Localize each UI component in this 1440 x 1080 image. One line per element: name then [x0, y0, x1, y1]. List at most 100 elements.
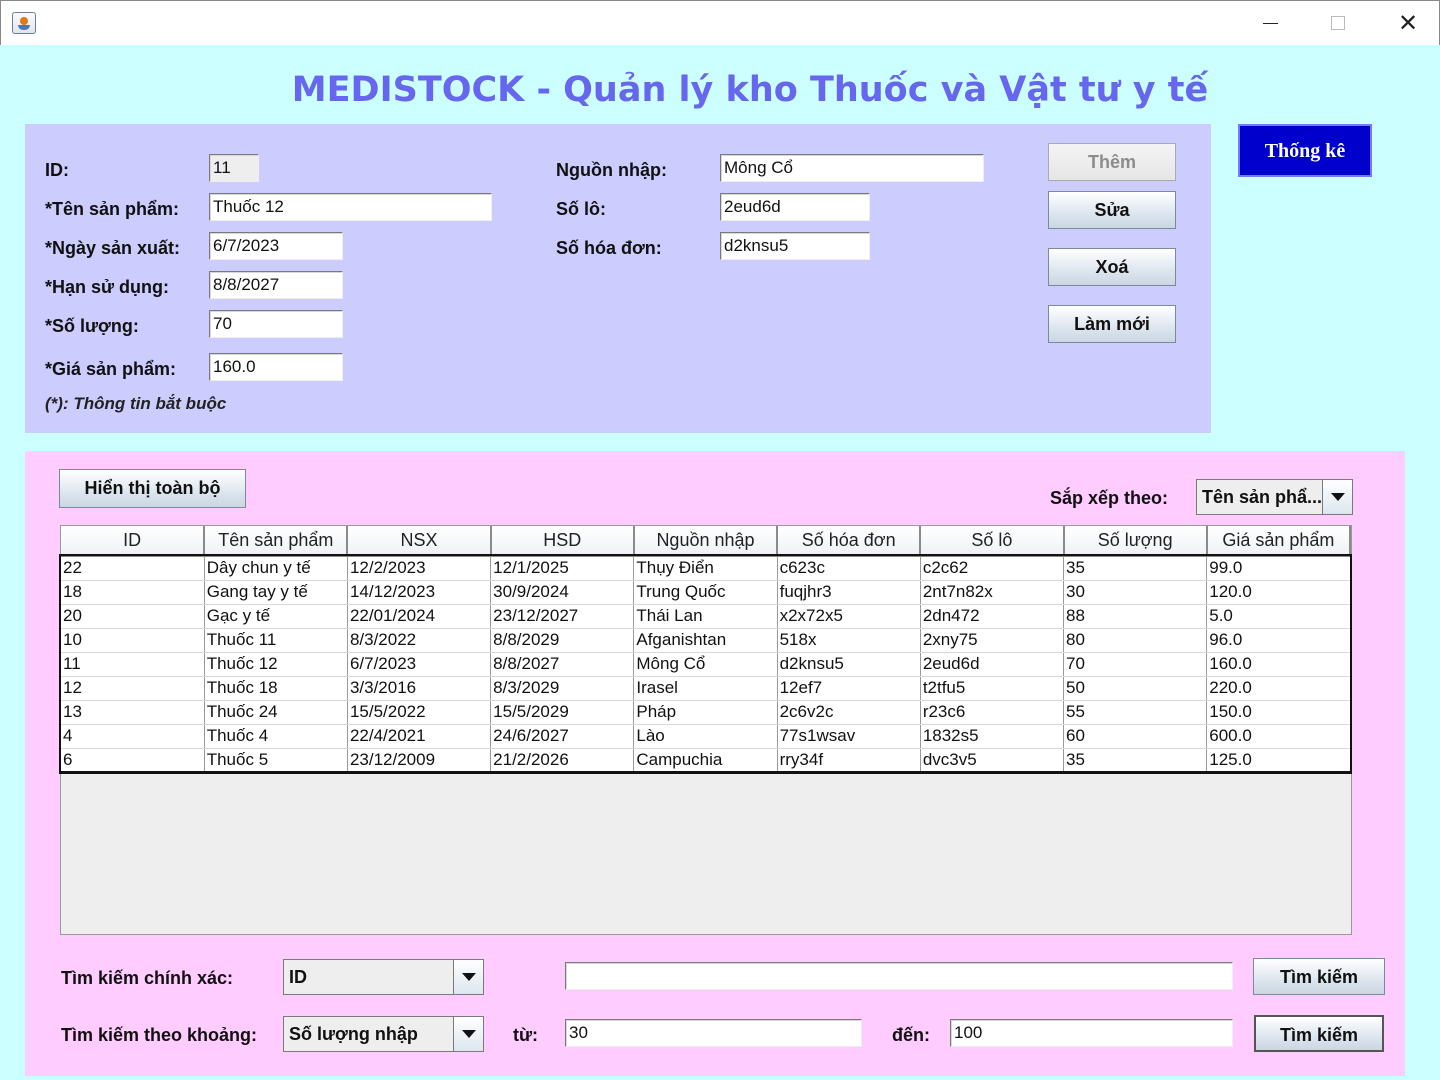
chevron-down-icon[interactable] — [453, 1017, 483, 1051]
table-cell[interactable]: Thuốc 18 — [204, 676, 348, 701]
name-field[interactable]: Thuốc 12 — [209, 193, 492, 221]
column-header[interactable]: HSD — [490, 526, 635, 557]
column-header[interactable]: ID — [61, 526, 206, 557]
show-all-button[interactable]: Hiển thị toàn bộ — [59, 469, 246, 508]
table-cell[interactable]: 12/1/2025 — [490, 556, 635, 581]
table-cell[interactable]: 4 — [61, 724, 205, 749]
table-cell[interactable]: 22/01/2024 — [347, 604, 492, 629]
table-cell[interactable]: 60 — [1063, 724, 1208, 749]
table-cell[interactable]: Campuchia — [633, 748, 778, 773]
table-cell[interactable]: Thuốc 11 — [204, 628, 348, 653]
table-row[interactable]: 20 Gạc y tế 22/01/2024 23/12/2027 Thái Lan x2… — [61, 604, 1351, 629]
lot-field[interactable]: 2eud6d — [720, 193, 870, 221]
table-cell[interactable]: Thuốc 24 — [204, 700, 348, 725]
table-cell[interactable]: 96.0 — [1206, 628, 1351, 653]
table-cell[interactable]: 80 — [1063, 628, 1208, 653]
table-cell[interactable]: 55 — [1063, 700, 1208, 725]
table-cell[interactable]: 2xny75 — [920, 628, 1065, 653]
table-cell[interactable]: 600.0 — [1206, 724, 1351, 749]
table-cell[interactable]: 11 — [61, 652, 205, 677]
column-header[interactable]: Tên sản phẩm — [204, 526, 349, 557]
table-cell[interactable]: 8/8/2027 — [490, 652, 635, 677]
table-row[interactable]: 11 Thuốc 12 6/7/2023 8/8/2027 Mông Cổ d2knsu5… — [61, 652, 1351, 677]
table-cell[interactable]: 15/5/2022 — [347, 700, 492, 725]
range-to-input[interactable]: 100 — [950, 1019, 1233, 1047]
table-row[interactable]: 12 Thuốc 18 3/3/2016 8/3/2029 Irasel 12ef7 t2t… — [61, 676, 1351, 701]
table-cell[interactable]: 1832s5 — [920, 724, 1065, 749]
table-cell[interactable]: r23c6 — [920, 700, 1065, 725]
table-row[interactable]: 13 Thuốc 24 15/5/2022 15/5/2029 Pháp 2c6v2c r2… — [61, 700, 1351, 725]
table-cell[interactable]: 2nt7n82x — [920, 580, 1065, 605]
table-cell[interactable]: 15/5/2029 — [490, 700, 635, 725]
table-cell[interactable]: 8/3/2022 — [347, 628, 492, 653]
range-from-input[interactable]: 30 — [565, 1019, 862, 1047]
table-cell[interactable]: Thuốc 4 — [204, 724, 348, 749]
table-cell[interactable]: 22 — [61, 556, 205, 581]
sort-select[interactable]: Tên sản phẩ... — [1196, 479, 1353, 515]
table-cell[interactable]: Mông Cổ — [633, 652, 778, 677]
delete-button[interactable]: Xoá — [1048, 248, 1176, 286]
column-header[interactable]: Nguồn nhập — [633, 526, 779, 557]
mfg-date-field[interactable]: 6/7/2023 — [209, 232, 343, 260]
table-cell[interactable]: 8/8/2029 — [490, 628, 635, 653]
table-cell[interactable]: 125.0 — [1206, 748, 1351, 773]
table-cell[interactable]: rry34f — [777, 748, 921, 773]
table-cell[interactable]: 70 — [1063, 652, 1208, 677]
column-header[interactable]: Số lô — [920, 526, 1065, 557]
table-cell[interactable]: 10 — [61, 628, 205, 653]
minimize-button[interactable] — [1247, 1, 1293, 45]
table-cell[interactable]: Thuốc 12 — [204, 652, 348, 677]
table-cell[interactable]: 14/12/2023 — [347, 580, 492, 605]
table-cell[interactable]: x2x72x5 — [777, 604, 921, 629]
table-cell[interactable]: Gang tay y tế — [204, 580, 348, 605]
exact-search-field-select[interactable]: ID — [283, 959, 484, 995]
edit-button[interactable]: Sửa — [1048, 191, 1176, 229]
range-search-field-select[interactable]: Số lượng nhập — [283, 1016, 484, 1052]
chevron-down-icon[interactable] — [1322, 480, 1352, 514]
table-cell[interactable]: 88 — [1063, 604, 1208, 629]
table-cell[interactable]: 6 — [61, 748, 205, 773]
invoice-field[interactable]: d2knsu5 — [720, 232, 870, 260]
table-row[interactable]: 4 Thuốc 4 22/4/2021 24/6/2027 Lào 77s1wsav 183… — [61, 724, 1351, 749]
column-header[interactable]: Giá sản phẩm — [1206, 526, 1352, 557]
table-cell[interactable]: 150.0 — [1206, 700, 1351, 725]
table-cell[interactable]: Dây chun y tế — [204, 556, 348, 581]
table-cell[interactable]: Trung Quốc — [633, 580, 778, 605]
add-button[interactable]: Thêm — [1048, 143, 1176, 181]
table-cell[interactable]: Lào — [633, 724, 778, 749]
close-button[interactable]: ✕ — [1385, 1, 1431, 45]
range-search-button[interactable]: Tìm kiếm — [1254, 1015, 1384, 1052]
table-cell[interactable]: 20 — [61, 604, 205, 629]
table-cell[interactable]: dvc3v5 — [920, 748, 1065, 773]
column-header[interactable]: Số lượng — [1063, 526, 1208, 557]
table-cell[interactable]: 2c6v2c — [777, 700, 921, 725]
table-cell[interactable]: t2tfu5 — [920, 676, 1065, 701]
exact-search-button[interactable]: Tìm kiếm — [1253, 958, 1385, 995]
table-cell[interactable]: fuqjhr3 — [777, 580, 921, 605]
column-header[interactable]: Số hóa đơn — [777, 526, 922, 557]
table-cell[interactable]: 220.0 — [1206, 676, 1351, 701]
table-cell[interactable]: d2knsu5 — [777, 652, 921, 677]
table-cell[interactable]: c2c62 — [920, 556, 1065, 581]
quantity-field[interactable]: 70 — [209, 310, 343, 338]
table-cell[interactable]: 6/7/2023 — [347, 652, 492, 677]
price-field[interactable]: 160.0 — [209, 353, 343, 381]
exp-date-field[interactable]: 8/8/2027 — [209, 271, 343, 299]
maximize-button[interactable] — [1315, 1, 1361, 45]
table-cell[interactable]: 35 — [1063, 556, 1208, 581]
table-cell[interactable]: 160.0 — [1206, 652, 1351, 677]
table-cell[interactable]: 18 — [61, 580, 205, 605]
table-cell[interactable]: 12/2/2023 — [347, 556, 492, 581]
table-cell[interactable]: 120.0 — [1206, 580, 1351, 605]
column-header[interactable]: NSX — [347, 526, 492, 557]
table-cell[interactable]: c623c — [777, 556, 921, 581]
product-table[interactable]: ID Tên sản phẩm NSX HSD Nguồn nhập Số hóa đơn… — [59, 525, 1352, 935]
table-cell[interactable]: 518x — [777, 628, 921, 653]
table-cell[interactable]: 5.0 — [1206, 604, 1351, 629]
table-cell[interactable]: 8/3/2029 — [490, 676, 635, 701]
table-cell[interactable]: 21/2/2026 — [490, 748, 635, 773]
table-row[interactable]: 6 Thuốc 5 23/12/2009 21/2/2026 Campuchia rry3… — [61, 748, 1351, 773]
table-cell[interactable]: Thái Lan — [633, 604, 778, 629]
source-field[interactable]: Mông Cổ — [720, 154, 984, 182]
table-row[interactable]: 22 Dây chun y tế 12/2/2023 12/1/2025 Thụy Đi… — [61, 556, 1351, 581]
